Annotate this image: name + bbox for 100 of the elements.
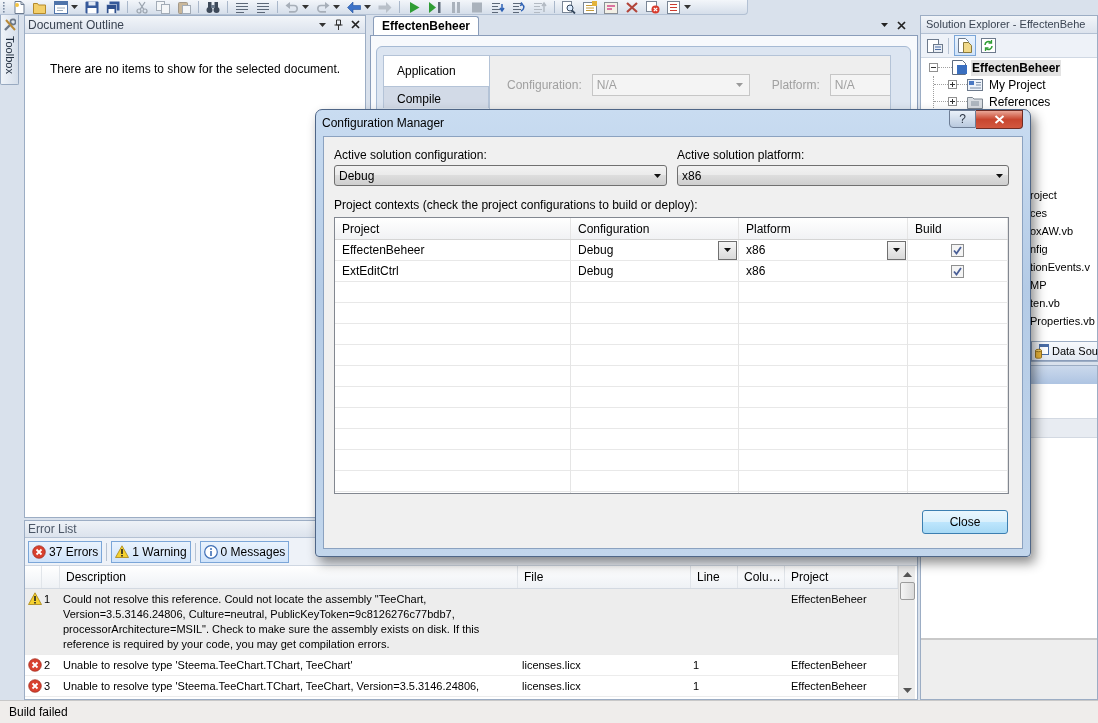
tree-item[interactable]: EffectenBeheer [971,59,1062,76]
refresh-icon[interactable] [981,38,996,53]
table-cell-text: Could not resolve this reference. Could not locate the assembly "TeeChart, Version=3.5.3146.24806, Culture=neutral, PublicKeyToken=9c8126276c77bdb7, processorArchitecture=MSIL". Check to make sure the assembly exists on disk. If this reference is required by your code, you may get compilation errors. [63,592,481,652]
pages-icon [958,38,972,53]
column-header[interactable]: Build [908,218,1008,239]
tree-item[interactable]: Properties.vb [1030,313,1095,329]
dropdown-button[interactable] [718,240,737,260]
dropdown-caret-icon[interactable] [333,5,340,9]
pin-icon[interactable] [334,19,343,30]
tree-item[interactable]: References [988,93,1052,110]
tree-item[interactable]: roject [1030,187,1057,203]
document-tab[interactable]: EffectenBeheer [373,16,480,35]
panel-tab[interactable]: Data Sou [1031,342,1097,361]
close-icon [993,115,1005,124]
dropdown-caret-icon[interactable] [71,5,78,9]
double-floppy-icon[interactable] [106,0,120,14]
caret-icon [735,83,743,87]
dropdown-button[interactable] [887,240,906,260]
dropdown-caret-icon[interactable] [364,5,371,9]
filter-button[interactable]: 1 Warning [111,540,191,563]
dropdown-caret-icon[interactable] [881,23,888,27]
dropdown[interactable]: Debug [334,165,667,186]
tree-item[interactable]: tionEvents.v [1030,259,1090,275]
filter-button[interactable]: 37 Errors [28,540,103,563]
tree-item[interactable]: My Project [988,76,1047,93]
minus-box-icon[interactable] [929,63,938,72]
column-header[interactable]: File [518,566,691,588]
binoculars-icon[interactable] [206,0,220,14]
table-cell: 1 [693,658,700,673]
panel-title: Error List [28,521,77,538]
text-lines-icon[interactable] [256,0,270,14]
lines-arrow-icon[interactable] [512,0,526,14]
column-header[interactable]: Colu… [738,566,785,588]
page-tab[interactable]: Application [383,55,489,87]
error-row[interactable]: 3 Unable to resolve type 'Steema.TeeChart.TChart, TeeChart, Version=3.5.3146.24806, licenses.licx 1 EffectenBeheer [25,676,898,697]
document-icon[interactable] [583,0,597,14]
tools-icon [3,18,16,32]
caret-icon [996,173,1003,178]
list-icon[interactable] [667,0,681,14]
checkbox[interactable] [951,243,964,257]
tree-item[interactable]: nfig [1030,241,1048,257]
dropdown-caret-icon[interactable] [302,5,309,9]
field-label: Configuration: [507,77,582,94]
close-button[interactable] [976,110,1023,129]
column-header[interactable]: Description [60,566,518,588]
close-button[interactable]: Close [922,510,1008,534]
up-arrow-icon[interactable] [902,572,912,577]
help-button[interactable]: ? [949,110,976,128]
plus-box-icon[interactable] [948,80,957,89]
toolbar-grip-icon[interactable] [2,1,5,13]
toolbox-tab[interactable]: Toolbox [0,15,19,85]
dropdown-caret-icon[interactable] [684,5,691,9]
table-cell-text: Debug [578,242,614,259]
lines-arrow-icon[interactable] [491,0,505,14]
table-cell-text: ExtEditCtrl [342,263,399,280]
error-row[interactable]: 2 Unable to resolve type 'Steema.TeeChart.TChart, TeeChart' licenses.licx 1 EffectenBeheer [25,655,898,676]
close-icon[interactable] [897,20,906,30]
error-row[interactable] [25,589,898,655]
column-header[interactable]: Project [335,218,571,239]
field-label: Platform: [771,77,820,94]
dropdown-caret-icon[interactable] [319,22,326,27]
step-icon[interactable] [428,0,442,14]
tree-item[interactable]: oxAW.vb [1030,223,1073,239]
page-icon[interactable] [12,0,26,14]
table-cell: 1 [693,679,700,694]
table-cell-text: EffectenBeheer [342,242,425,259]
scrollbar-thumb[interactable] [899,582,915,600]
magnifier-icon[interactable] [562,0,576,14]
left-arrow-icon[interactable] [347,0,361,14]
table-cell: EffectenBeheer [791,592,867,607]
page-tab[interactable]: Compile [383,87,489,108]
error-icon [32,544,46,559]
tree-item[interactable]: ces [1030,205,1048,221]
caret-icon [893,248,900,252]
clipboard-icon[interactable] [177,0,191,14]
grid-row[interactable]: EffectenBeheer Debug x86 [335,240,1008,261]
down-arrow-icon[interactable] [902,688,912,693]
properties-icon[interactable] [927,38,943,53]
project-icon [952,60,968,75]
filter-button[interactable]: 0 Messages [199,540,290,563]
cross-icon[interactable] [625,0,639,14]
close-icon[interactable] [351,20,360,29]
column-header[interactable]: Configuration [571,218,739,239]
tree-item[interactable]: ten.vb [1030,295,1060,311]
tree-item[interactable]: MP [1030,277,1047,293]
play-icon[interactable] [407,0,421,14]
table-cell-text: x86 [746,242,766,259]
card-icon[interactable] [604,0,618,14]
column-header[interactable]: Line [691,566,738,588]
table-cell: Unable to resolve type 'Steema.TeeChart.TChart, TeeChart' [63,658,353,673]
window-icon[interactable] [54,0,68,14]
table-cell-text: x86 [746,263,766,280]
show-all-files-button[interactable] [954,35,976,56]
grid-row[interactable]: ExtEditCtrl Debug x86 [335,261,1008,282]
checkbox[interactable] [951,264,964,278]
text-lines-icon[interactable] [235,0,249,14]
dropdown[interactable]: x86 [677,165,1009,186]
plus-box-icon[interactable] [948,97,957,106]
status-text: Build failed [9,704,68,721]
column-header[interactable]: Platform [739,218,908,239]
